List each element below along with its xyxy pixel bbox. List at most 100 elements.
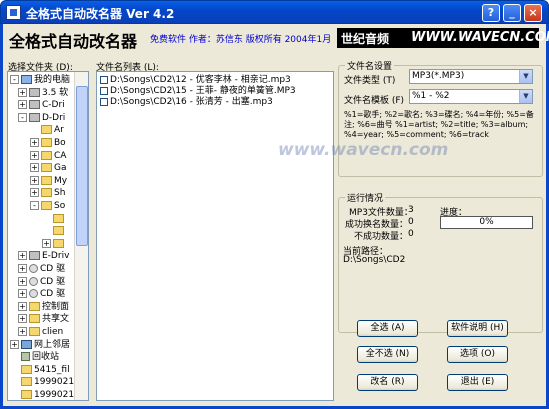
folder-tree[interactable]: - 我的电脑 +3.5 软 + C-Dri - D-Dri Ar + Bo + CA + Ga + My + Sh…	[7, 71, 89, 401]
deselect-all-button[interactable]: 全不选 (N)	[357, 346, 418, 363]
drive-icon	[29, 251, 40, 261]
tree-item[interactable]: + 控制面	[18, 301, 69, 313]
collapse-icon[interactable]: -	[18, 112, 27, 122]
tree-item-label: Bo	[54, 138, 66, 148]
tree-item[interactable]: + CD 驱	[18, 263, 65, 275]
mp3-count: 3	[408, 205, 414, 215]
expand-icon[interactable]: +	[30, 150, 39, 160]
tree-item[interactable]: + CD 驱	[18, 276, 65, 288]
chevron-down-icon[interactable]: ▼	[519, 90, 532, 103]
tree-item[interactable]: + clien	[18, 326, 63, 338]
expand-icon[interactable]: +	[18, 289, 27, 299]
title-bar: 全格式自动改名器 Ver 4.2 ? _ ×	[0, 0, 549, 24]
trash-icon	[21, 352, 30, 362]
tree-item[interactable]: + Ga	[30, 162, 67, 174]
tree-item[interactable]	[42, 225, 66, 237]
tree-item-label: CD 驱	[40, 276, 66, 287]
file-type-select[interactable]: MP3(*.MP3) ▼	[409, 69, 533, 84]
tree-item-label: 回收站	[32, 352, 60, 363]
chevron-down-icon[interactable]: ▼	[519, 70, 532, 83]
folder-icon	[21, 377, 32, 387]
file-checkbox[interactable]	[100, 75, 108, 84]
tree-item-label: CA	[54, 150, 67, 161]
exit-button[interactable]: 退出 (E)	[447, 374, 508, 391]
tree-item[interactable]	[42, 213, 66, 225]
folder-icon	[41, 175, 52, 185]
expand-icon[interactable]: +	[30, 188, 39, 198]
tree-item[interactable]: + CD 驱	[18, 288, 65, 300]
expand-icon[interactable]: +	[30, 138, 39, 147]
tree-item-label: clien	[42, 327, 64, 337]
tree-item[interactable]: 19990219	[10, 389, 80, 400]
file-checkbox[interactable]	[100, 97, 108, 106]
help-window-button[interactable]: ?	[482, 4, 500, 22]
minimize-button[interactable]: _	[503, 4, 521, 22]
tree-item[interactable]: - D-Dri	[18, 112, 65, 124]
tree-item-label: C-Dri	[42, 100, 65, 111]
progress-text: 0%	[479, 217, 494, 227]
expand-icon[interactable]: +	[30, 163, 39, 173]
success-count: 0	[408, 217, 414, 227]
banner: 全格式自动改名器 免费软件 作者：苏信东 版权所有 2004年1月 世纪音频 W…	[3, 24, 549, 54]
options-button[interactable]: 选项 (O)	[447, 346, 508, 363]
expand-icon[interactable]: +	[30, 175, 39, 185]
collapse-icon[interactable]: -	[30, 201, 39, 210]
tree-item[interactable]: 19990219	[10, 376, 80, 388]
close-button[interactable]: ×	[524, 4, 542, 22]
tree-item-label: E-Driv	[42, 251, 70, 262]
path-value: D:\Songs\CD2	[343, 255, 406, 265]
tree-item[interactable]: - 我的电脑	[10, 74, 70, 86]
template-select[interactable]: %1 - %2 ▼	[409, 89, 533, 104]
drive-icon	[29, 112, 40, 122]
select-all-button[interactable]: 全选 (A)	[357, 320, 418, 337]
file-list-item[interactable]: D:\Songs\CD2\12 - 优客李林 - 相亲记.mp3	[100, 75, 291, 86]
tree-item-label: CD 驱	[40, 289, 66, 300]
scrollbar-thumb[interactable]	[76, 86, 88, 246]
rename-button[interactable]: 改名 (R)	[357, 374, 418, 391]
tree-item[interactable]: + My	[30, 175, 67, 187]
expand-icon[interactable]: +	[18, 87, 27, 97]
template-label: 文件名模板 (F)	[344, 96, 405, 106]
expand-icon[interactable]: +	[18, 314, 27, 324]
folder-icon	[41, 163, 52, 173]
tree-item[interactable]: - So	[30, 200, 65, 212]
folder-icon	[29, 301, 40, 311]
expand-icon[interactable]: +	[18, 301, 27, 311]
tree-item[interactable]: + Bo	[30, 137, 66, 149]
file-checkbox[interactable]	[100, 86, 108, 95]
tree-item[interactable]: + CA	[30, 150, 66, 162]
tree-item[interactable]: Ar	[30, 124, 64, 136]
tree-item-label: 5415_fil	[34, 364, 70, 375]
logo-cn-text: 世纪音频	[341, 32, 390, 46]
folder-icon	[53, 238, 64, 248]
expand-icon[interactable]: +	[18, 264, 27, 273]
tree-item[interactable]: 回收站	[10, 351, 59, 363]
expand-icon[interactable]: +	[18, 276, 27, 286]
fail-label: 不成功数量：	[354, 232, 409, 242]
expand-icon[interactable]: +	[18, 251, 27, 261]
tree-item[interactable]: + Sh	[30, 187, 65, 199]
tree-item[interactable]: + C-Dri	[18, 99, 65, 111]
expand-icon[interactable]: +	[10, 339, 19, 349]
file-list[interactable]: D:\Songs\CD2\12 - 优客李林 - 相亲记.mp3 D:\Songs…	[96, 71, 334, 401]
expand-icon[interactable]: +	[18, 100, 27, 110]
tree-item[interactable]: 5415_fil	[10, 364, 70, 376]
tree-item[interactable]: + E-Driv	[18, 250, 69, 262]
tree-item-label: Sh	[54, 188, 66, 199]
expand-icon[interactable]: +	[42, 238, 51, 248]
settings-group-title: 文件名设置	[345, 59, 395, 72]
file-list-item[interactable]: D:\Songs\CD2\16 - 张清芳 - 出塞.mp3	[100, 97, 273, 108]
tree-item[interactable]: +	[42, 238, 66, 250]
tree-item[interactable]: +3.5 软	[18, 87, 68, 99]
help-button[interactable]: 软件说明 (H)	[447, 320, 508, 337]
credits-text: 免费软件 作者：苏信东 版权所有 2004年1月	[150, 35, 332, 45]
collapse-icon[interactable]: -	[10, 75, 19, 84]
file-name: D:\Songs\CD2\12 - 优客李林 - 相亲记.mp3	[110, 75, 291, 85]
tree-item-label: Ga	[54, 163, 67, 174]
tree-item[interactable]: + 网上邻居	[10, 339, 70, 351]
tree-item[interactable]: + 共享文	[18, 313, 69, 325]
folder-icon	[29, 327, 40, 336]
tree-scrollbar[interactable]	[74, 72, 88, 400]
file-list-item[interactable]: D:\Songs\CD2\15 - 王菲- 静夜的单簧管.MP3	[100, 86, 296, 97]
expand-icon[interactable]: +	[18, 327, 27, 336]
